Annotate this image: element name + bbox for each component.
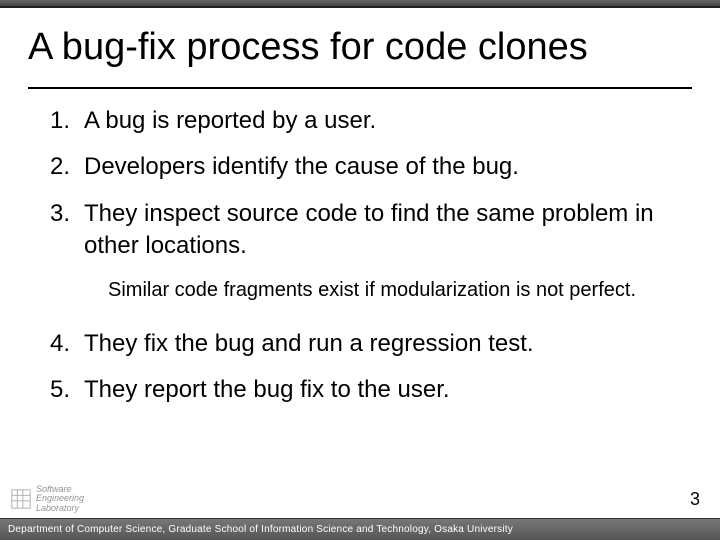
title-area: A bug-fix process for code clones [0,8,720,79]
logo-text: Software Engineering Laboratory [36,485,84,513]
footer-bar: Department of Computer Science, Graduate… [0,518,720,540]
top-accent-bar [0,0,720,8]
list-item: They fix the bug and run a regression te… [50,328,686,360]
slide-title: A bug-fix process for code clones [28,26,692,69]
list-item: They report the bug fix to the user. [50,374,686,406]
list-item: A bug is reported by a user. [50,105,686,137]
list-item: Developers identify the cause of the bug… [50,151,686,183]
process-list-continued: They fix the bug and run a regression te… [50,328,686,407]
note-text: Similar code fragments exist if modulari… [108,277,686,304]
logo-icon [10,488,32,510]
slide-body: A bug is reported by a user. Developers … [0,89,720,540]
slide: A bug-fix process for code clones A bug … [0,0,720,540]
page-number: 3 [690,489,700,510]
list-item: They inspect source code to find the sam… [50,198,686,263]
process-list: A bug is reported by a user. Developers … [50,105,686,263]
footer-text: Department of Computer Science, Graduate… [8,524,513,535]
lab-logo: Software Engineering Laboratory [10,484,120,514]
